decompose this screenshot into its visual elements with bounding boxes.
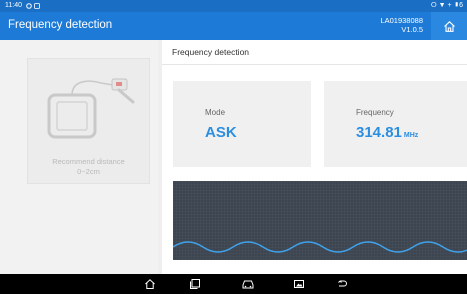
notification-icon: [34, 3, 40, 9]
waveform-grid: [173, 181, 467, 260]
section-title: Frequency detection: [172, 47, 250, 57]
frequency-value: 314.81: [356, 124, 402, 141]
mode-value: ASK: [205, 124, 237, 141]
tablet-probe-illustration: [47, 78, 135, 139]
screenshot-icon: [294, 280, 304, 288]
status-bar: 11:40 ⭘ ▼ + ▮6: [0, 0, 467, 12]
recommend-distance-label: Recommend distance: [52, 157, 125, 166]
nav-home-button[interactable]: [143, 277, 157, 291]
system-nav-bar: [0, 274, 467, 294]
software-version: V1.0.5: [401, 25, 423, 34]
status-time: 11:40: [5, 2, 22, 9]
waveform-display: [172, 181, 467, 260]
home-icon: [443, 20, 455, 32]
divider: [162, 64, 467, 65]
left-panel: Recommend distance 0~2cm: [0, 40, 158, 274]
frequency-label: Frequency: [356, 108, 394, 117]
device-illustration-card: Recommend distance 0~2cm: [27, 58, 150, 184]
back-icon: [338, 280, 347, 287]
frequency-unit: MHz: [403, 132, 419, 139]
main-content: Frequency detection Mode ASK Frequency 3…: [162, 40, 467, 274]
page-title: Frequency detection: [8, 19, 113, 31]
serial-number: LA01938088: [380, 16, 423, 25]
frequency-readout: 314.81 MHz: [356, 124, 418, 141]
nav-back-button[interactable]: [335, 277, 349, 291]
settings-icon: [26, 3, 32, 9]
car-diagnose-icon: [242, 280, 254, 289]
waveform-plot: [172, 181, 467, 260]
recommend-distance-value: 0~2cm: [77, 167, 100, 176]
device-info: LA01938088 V1.0.5: [380, 16, 423, 34]
recent-apps-icon: [190, 279, 200, 289]
mode-label: Mode: [205, 108, 226, 117]
home-button[interactable]: [431, 12, 467, 40]
nav-screenshot-button[interactable]: [292, 277, 306, 291]
nav-diagnose-button[interactable]: [241, 277, 255, 291]
frequency-card: Frequency 314.81 MHz: [324, 81, 467, 167]
nav-recent-apps-button[interactable]: [188, 277, 202, 291]
mode-card: Mode ASK: [173, 81, 311, 167]
app-bar: Frequency detection LA01938088 V1.0.5: [0, 12, 467, 40]
home-icon: [145, 279, 155, 289]
status-system-icons: ⭘ ▼ + ▮6: [431, 2, 463, 9]
